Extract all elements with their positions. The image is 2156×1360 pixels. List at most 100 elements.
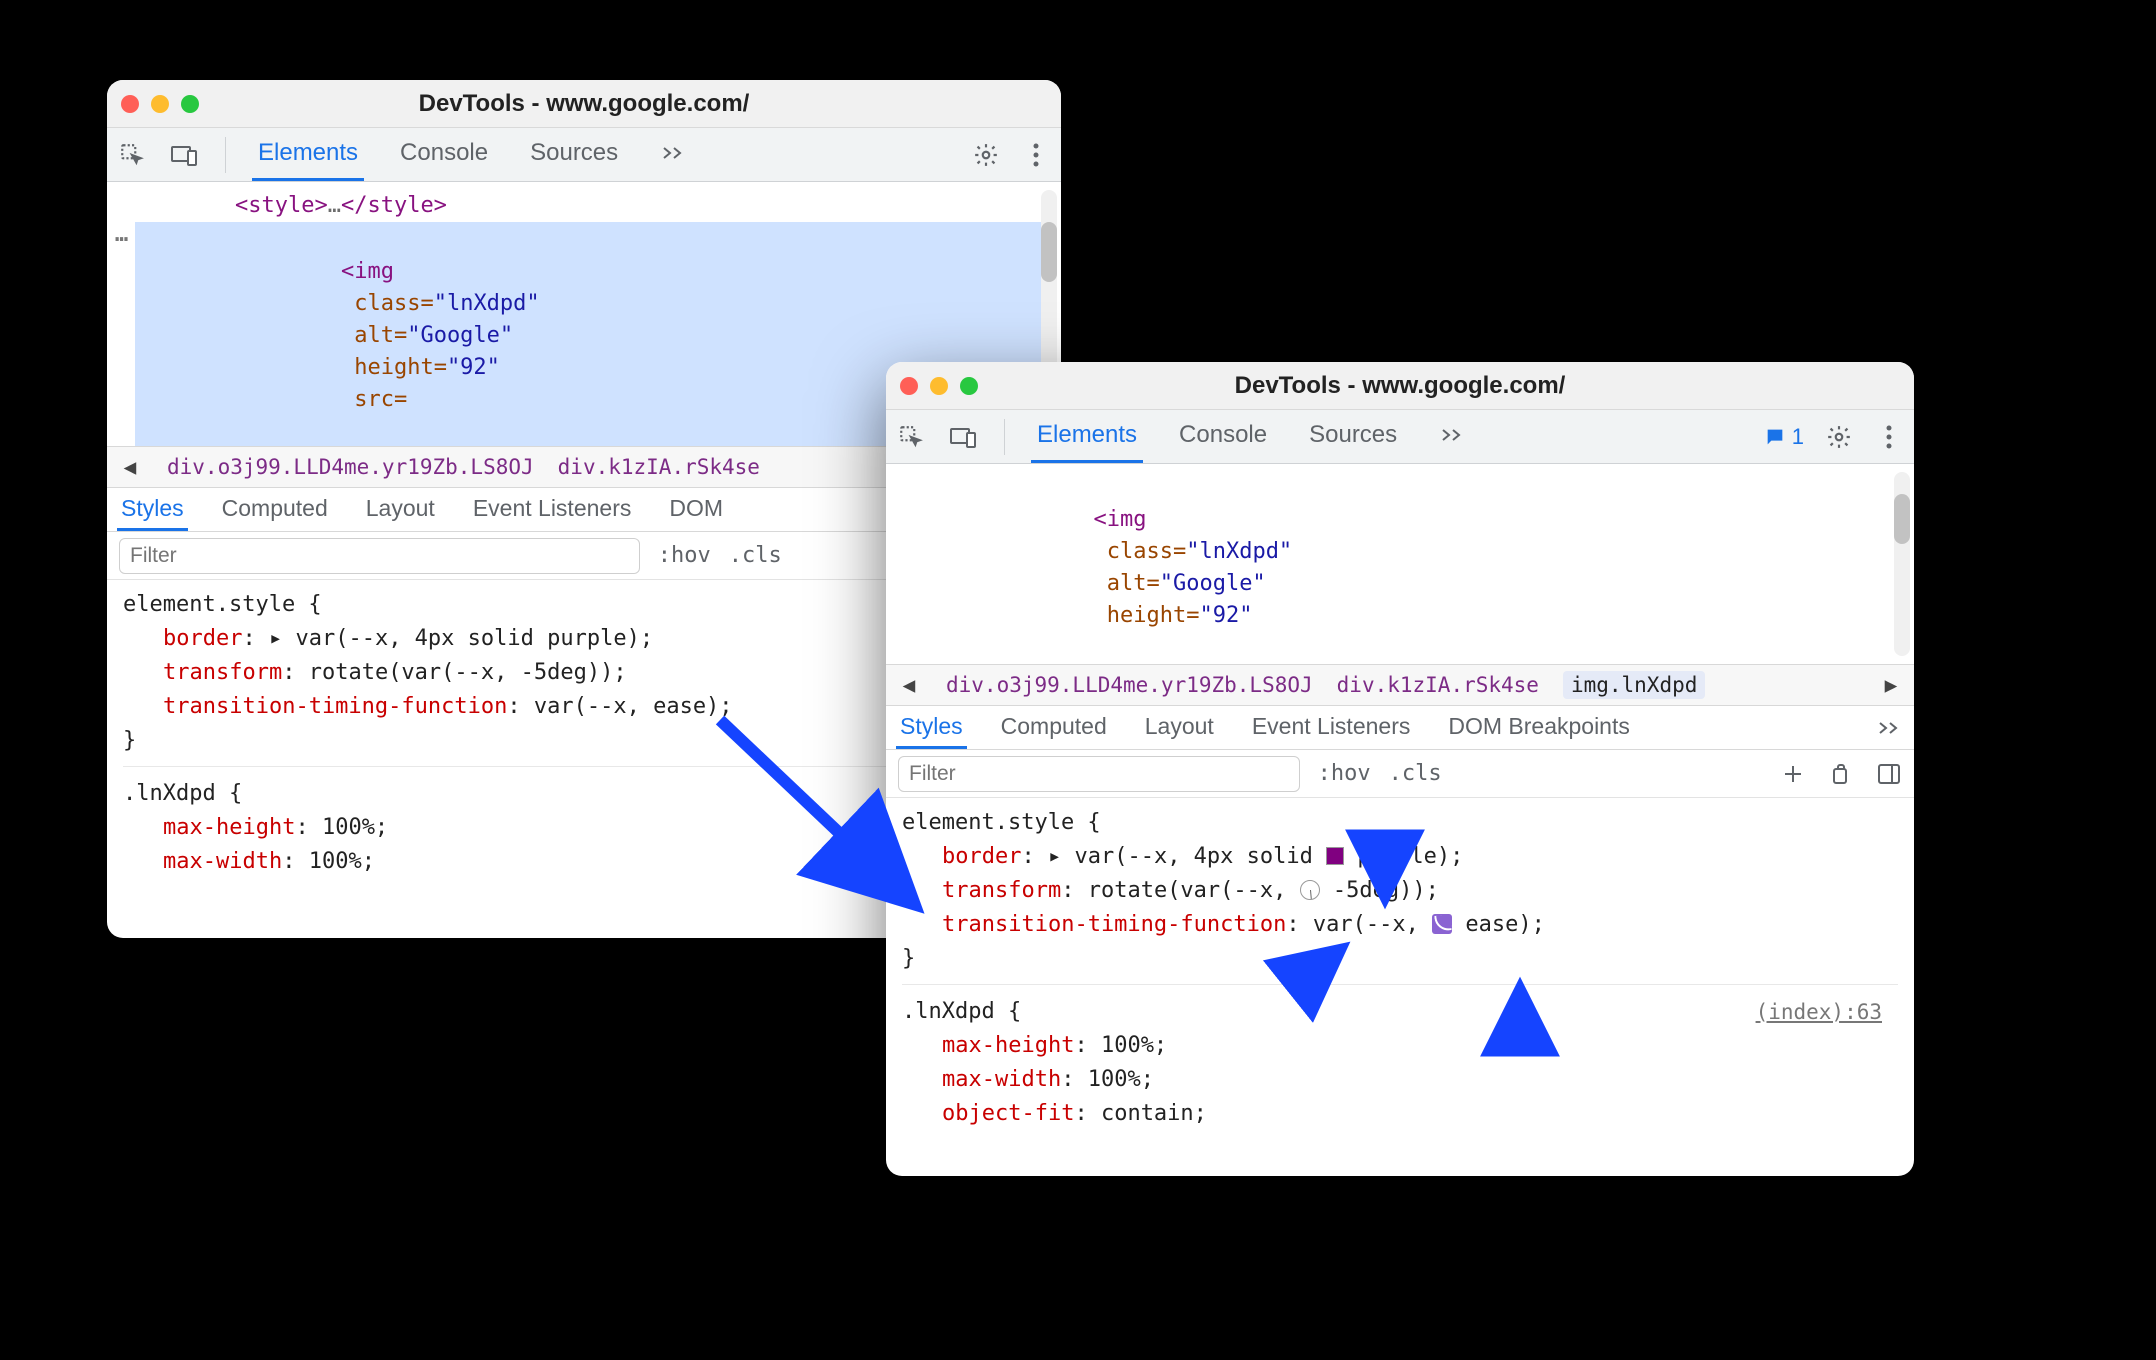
subtab-events[interactable]: Event Listeners xyxy=(469,488,636,531)
rule1-p1-post[interactable]: purple); xyxy=(1357,844,1463,869)
cls-toggle[interactable]: .cls xyxy=(729,543,782,568)
toggle-pane-icon[interactable] xyxy=(1876,761,1902,787)
rule1-p3-post[interactable]: ease); xyxy=(1465,912,1544,937)
rule2-p3-val[interactable]: contain; xyxy=(1101,1101,1207,1126)
angle-swatch-icon[interactable] xyxy=(1300,880,1320,900)
inspect-icon[interactable] xyxy=(117,140,147,170)
tab-console[interactable]: Console xyxy=(394,128,494,181)
minimize-icon[interactable] xyxy=(151,95,169,113)
rule2-p2-val[interactable]: 100%; xyxy=(309,849,375,874)
rule2-p1-prop[interactable]: max-height xyxy=(942,1033,1074,1058)
crumb-a[interactable]: div.o3j99.LLD4me.yr19Zb.LS8OJ xyxy=(167,455,534,479)
subtab-dom[interactable]: DOM xyxy=(665,488,727,531)
close-icon[interactable] xyxy=(900,377,918,395)
rule2-p2-prop[interactable]: max-width xyxy=(942,1067,1061,1092)
subtab-layout[interactable]: Layout xyxy=(362,488,439,531)
rule1-p3-pre[interactable]: var(--x, xyxy=(1313,912,1432,937)
subtab-events[interactable]: Event Listeners xyxy=(1248,706,1415,749)
new-rule-icon[interactable] xyxy=(1780,761,1806,787)
rule2-p1-val[interactable]: 100%; xyxy=(1101,1033,1167,1058)
scroll-thumb[interactable] xyxy=(1041,222,1057,282)
alt-attr: alt= xyxy=(354,323,407,348)
traffic-lights xyxy=(900,377,978,395)
rule2-p1-val[interactable]: 100%; xyxy=(322,815,388,840)
elements-source[interactable]: <img class="lnXdpd" alt="Google" height=… xyxy=(886,464,1914,664)
rule1-selector: element.style { xyxy=(902,806,1898,840)
tab-sources[interactable]: Sources xyxy=(1303,410,1403,463)
rule2-p3-prop[interactable]: object-fit xyxy=(942,1101,1074,1126)
more-icon[interactable] xyxy=(1874,422,1904,452)
rule1-p2-post[interactable]: -5deg)); xyxy=(1333,878,1439,903)
rule1-p3-prop[interactable]: transition-timing-function xyxy=(942,912,1286,937)
copy-styles-icon[interactable] xyxy=(1828,761,1854,787)
subtab-styles[interactable]: Styles xyxy=(117,488,188,531)
maximize-icon[interactable] xyxy=(960,377,978,395)
rule1-p2-prop[interactable]: transform xyxy=(163,660,282,685)
rule1-p2-pre[interactable]: rotate(var(--x, xyxy=(1088,878,1300,903)
toolbar-separator xyxy=(1004,419,1005,455)
tab-sources[interactable]: Sources xyxy=(524,128,624,181)
maximize-icon[interactable] xyxy=(181,95,199,113)
styles-panel[interactable]: element.style { border: ▸ var(--x, 4px s… xyxy=(886,798,1914,1176)
hov-toggle[interactable]: :hov xyxy=(658,543,711,568)
easing-swatch-icon[interactable] xyxy=(1432,914,1452,934)
subtab-dom[interactable]: DOM Breakpoints xyxy=(1444,706,1634,749)
rule1-p3-val[interactable]: var(--x, ease); xyxy=(534,694,733,719)
tab-elements[interactable]: Elements xyxy=(1031,410,1143,463)
subtab-computed[interactable]: Computed xyxy=(997,706,1111,749)
cls-toggle[interactable]: .cls xyxy=(1389,761,1442,786)
device-toggle-icon[interactable] xyxy=(169,140,199,170)
crumb-c[interactable]: img.lnXdpd xyxy=(1563,671,1705,699)
more-tabs-icon[interactable] xyxy=(654,128,694,181)
settings-icon[interactable] xyxy=(1824,422,1854,452)
alt-val: "Google" xyxy=(1160,571,1266,596)
rule2-p2-prop[interactable]: max-width xyxy=(163,849,282,874)
src-attr: src= xyxy=(354,387,407,412)
window-title: DevTools - www.google.com/ xyxy=(419,90,750,118)
titlebar[interactable]: DevTools - www.google.com/ xyxy=(107,80,1061,128)
alt-val: "Google" xyxy=(407,323,513,348)
breadcrumb[interactable]: ◀ div.o3j99.LLD4me.yr19Zb.LS8OJ div.k1zI… xyxy=(886,664,1914,706)
tab-elements[interactable]: Elements xyxy=(252,128,364,181)
rule1-p1-val[interactable]: ▸ var(--x, 4px solid purple); xyxy=(269,626,653,651)
rule1-p2-prop[interactable]: transform xyxy=(942,878,1061,903)
styles-filter-input[interactable] xyxy=(898,756,1300,792)
rule1-p1-prop[interactable]: border xyxy=(163,626,242,651)
minimize-icon[interactable] xyxy=(930,377,948,395)
crumb-prev-icon[interactable]: ◀ xyxy=(117,454,143,480)
inspect-icon[interactable] xyxy=(896,422,926,452)
subtab-layout[interactable]: Layout xyxy=(1141,706,1218,749)
crumb-b[interactable]: div.k1zIA.rSk4se xyxy=(1337,673,1539,697)
crumb-a[interactable]: div.o3j99.LLD4me.yr19Zb.LS8OJ xyxy=(946,673,1313,697)
subtab-styles[interactable]: Styles xyxy=(896,706,967,749)
titlebar[interactable]: DevTools - www.google.com/ xyxy=(886,362,1914,410)
crumb-next-icon[interactable]: ▶ xyxy=(1878,672,1904,698)
styles-filter-input[interactable] xyxy=(119,538,640,574)
img-tag: <img xyxy=(1093,507,1146,532)
rule1-p3-prop[interactable]: transition-timing-function xyxy=(163,694,507,719)
rule2-source-link[interactable]: (index):63 xyxy=(1756,995,1882,1029)
crumb-b[interactable]: div.k1zIA.rSk4se xyxy=(558,455,760,479)
close-icon[interactable] xyxy=(121,95,139,113)
rule2-p1-prop[interactable]: max-height xyxy=(163,815,295,840)
device-toggle-icon[interactable] xyxy=(948,422,978,452)
more-icon[interactable] xyxy=(1021,140,1051,170)
rule1-p1-pre[interactable]: ▸ var(--x, 4px solid xyxy=(1048,844,1326,869)
scroll-thumb[interactable] xyxy=(1894,494,1910,544)
more-subtabs-icon[interactable] xyxy=(1876,719,1904,737)
issues-count: 1 xyxy=(1792,424,1804,450)
rule1-p2-val[interactable]: rotate(var(--x, -5deg)); xyxy=(309,660,627,685)
rule1-p1-prop[interactable]: border xyxy=(942,844,1021,869)
more-tabs-icon[interactable] xyxy=(1433,410,1473,463)
height-val: "92" xyxy=(447,355,500,380)
alt-attr: alt= xyxy=(1107,571,1160,596)
issues-badge[interactable]: 1 xyxy=(1764,424,1804,450)
subtab-computed[interactable]: Computed xyxy=(218,488,332,531)
hov-toggle[interactable]: :hov xyxy=(1318,761,1371,786)
tab-console[interactable]: Console xyxy=(1173,410,1273,463)
color-swatch-icon[interactable] xyxy=(1326,847,1344,865)
rule2-p2-val[interactable]: 100%; xyxy=(1088,1067,1154,1092)
settings-icon[interactable] xyxy=(971,140,1001,170)
traffic-lights xyxy=(121,95,199,113)
crumb-prev-icon[interactable]: ◀ xyxy=(896,672,922,698)
